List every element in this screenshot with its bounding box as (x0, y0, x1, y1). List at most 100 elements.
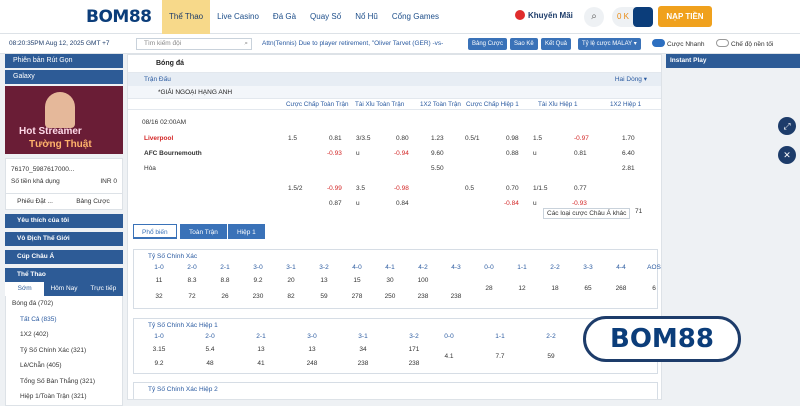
score-odds-cell[interactable]: 1-0 (144, 264, 174, 271)
score-odds-cell[interactable]: 65 (573, 285, 603, 292)
odds-cell[interactable]: -0.97 (574, 135, 589, 142)
score-odds-cell[interactable]: 2-0 (195, 333, 225, 340)
score-odds-cell[interactable]: 5.4 (195, 346, 225, 353)
score-odds-cell[interactable]: 238 (408, 293, 438, 300)
close-icon[interactable]: ✕ (778, 146, 796, 164)
score-odds-cell[interactable]: 0-0 (434, 333, 464, 340)
score-odds-cell[interactable]: 3.15 (144, 346, 174, 353)
tab-full-match[interactable]: Toàn Trận (180, 224, 227, 239)
list-item[interactable]: Tất Cả (835) (20, 312, 122, 328)
deposit-button[interactable]: NẠP TIỀN (658, 6, 712, 27)
odds-cell[interactable]: 6.40 (622, 150, 635, 157)
score-odds-cell[interactable]: 238 (399, 360, 429, 367)
score-odds-cell[interactable]: 3-2 (399, 333, 429, 340)
score-odds-cell[interactable]: 13 (246, 346, 276, 353)
list-item[interactable]: Tổng Số Bàn Thắng (321) (20, 374, 122, 390)
score-odds-cell[interactable]: 4-1 (375, 264, 405, 271)
odds-cell[interactable]: 0.70 (506, 185, 519, 192)
score-odds-cell[interactable]: AOS (639, 264, 661, 271)
quick-bet-toggle[interactable]: Cược Nhanh (652, 39, 705, 48)
score-odds-cell[interactable]: 8.8 (210, 277, 240, 284)
score-odds-cell[interactable]: 1-1 (507, 264, 537, 271)
tab-bet-list[interactable]: Bảng Cược (64, 194, 122, 209)
logo[interactable]: BOM88 (86, 7, 152, 27)
score-odds-cell[interactable]: 4-2 (408, 264, 438, 271)
score-odds-cell[interactable]: 171 (399, 346, 429, 353)
score-odds-cell[interactable]: 28 (474, 285, 504, 292)
expand-icon[interactable]: ⤢ (778, 117, 796, 135)
score-odds-cell[interactable]: 72 (177, 293, 207, 300)
score-odds-cell[interactable]: 4-4 (606, 264, 636, 271)
score-odds-cell[interactable]: 20 (276, 277, 306, 284)
world-cup-item[interactable]: Vô Địch Thế Giới (5, 232, 123, 246)
odds-cell[interactable]: 0.98 (506, 135, 519, 142)
bet-list-button[interactable]: Bảng Cược (468, 38, 507, 50)
odds-cell[interactable]: 1.5 (288, 135, 297, 142)
score-odds-cell[interactable]: 250 (375, 293, 405, 300)
tab-early[interactable]: Sớm (5, 282, 45, 296)
football-item[interactable]: Bóng đá (702) (12, 296, 122, 312)
search-icon[interactable]: ⌕ (584, 7, 604, 27)
list-item[interactable]: Hiệp 1/Toàn Trận (321) (20, 389, 122, 405)
odds-cell[interactable]: u (533, 150, 537, 157)
score-odds-cell[interactable]: 2-2 (540, 264, 570, 271)
odds-cell[interactable]: 5.50 (431, 165, 444, 172)
nav-the-thao[interactable]: Thể Thao (162, 0, 211, 34)
score-odds-cell[interactable]: 32 (144, 293, 174, 300)
odds-cell[interactable]: 2.81 (622, 165, 635, 172)
instant-play-header[interactable]: Instant Play (666, 54, 800, 68)
odds-cell[interactable]: u (356, 200, 360, 207)
promo-link[interactable]: Khuyến Mãi (515, 10, 573, 20)
score-odds-cell[interactable]: 3-2 (309, 264, 339, 271)
odds-cell[interactable]: 9.60 (431, 150, 444, 157)
score-odds-cell[interactable]: 9.2 (144, 360, 174, 367)
score-odds-cell[interactable]: 8.3 (177, 277, 207, 284)
score-odds-cell[interactable]: 11 (144, 277, 174, 284)
score-odds-cell[interactable]: 6 (639, 285, 661, 292)
box-title[interactable]: Tỷ Số Chính Xác (134, 250, 657, 263)
odds-cell[interactable]: u (533, 200, 537, 207)
odds-cell[interactable]: -0.99 (327, 185, 342, 192)
score-odds-cell[interactable]: 2-1 (246, 333, 276, 340)
view-select[interactable]: Hai Dòng ▾ (615, 73, 647, 86)
score-odds-cell[interactable]: 2-2 (536, 333, 566, 340)
score-odds-cell[interactable]: 82 (276, 293, 306, 300)
score-odds-cell[interactable]: 268 (606, 285, 636, 292)
box-title[interactable]: Tỷ Số Chính Xác Hiệp 1 (134, 319, 657, 332)
odds-cell[interactable]: 3.5 (356, 185, 365, 192)
tab-live[interactable]: Trực tiếp (84, 282, 123, 296)
nav-live-casino[interactable]: Live Casino (210, 0, 266, 34)
sports-header[interactable]: Thể Thao (5, 268, 123, 282)
score-odds-cell[interactable]: 13 (297, 346, 327, 353)
list-item[interactable]: Lẻ/Chẵn (405) (20, 358, 122, 374)
score-odds-cell[interactable]: 2-1 (210, 264, 240, 271)
list-item[interactable]: Tỷ Số Chính Xác (321) (20, 343, 122, 359)
team-search-input[interactable]: Tìm kiếm đội ⌕ (136, 38, 252, 50)
score-odds-cell[interactable]: 3-0 (243, 264, 273, 271)
score-odds-cell[interactable]: 278 (342, 293, 372, 300)
score-odds-cell[interactable]: 230 (243, 293, 273, 300)
score-odds-cell[interactable]: 3-1 (348, 333, 378, 340)
tab-first-half[interactable]: Hiệp 1 (228, 224, 265, 239)
odds-cell[interactable]: 0.84 (396, 200, 409, 207)
score-odds-cell[interactable]: 248 (297, 360, 327, 367)
score-odds-cell[interactable]: 100 (408, 277, 438, 284)
odds-cell[interactable]: 1.23 (431, 135, 444, 142)
odds-cell[interactable]: 0.88 (506, 150, 519, 157)
score-odds-cell[interactable]: 9.2 (243, 277, 273, 284)
results-button[interactable]: Kết Quả (541, 38, 572, 50)
odds-cell[interactable]: 0.81 (329, 135, 342, 142)
score-odds-cell[interactable]: 0-0 (474, 264, 504, 271)
score-odds-cell[interactable]: 3-0 (297, 333, 327, 340)
score-odds-cell[interactable]: 238 (348, 360, 378, 367)
odds-cell[interactable]: 3/3.5 (356, 135, 370, 142)
score-odds-cell[interactable]: 12 (507, 285, 537, 292)
score-odds-cell[interactable]: 7.7 (485, 353, 515, 360)
score-odds-cell[interactable]: 34 (348, 346, 378, 353)
avatar[interactable] (633, 7, 653, 27)
asian-cup-item[interactable]: Cúp Châu Á (5, 250, 123, 264)
odds-cell[interactable]: -0.84 (504, 200, 519, 207)
score-odds-cell[interactable]: 1-0 (144, 333, 174, 340)
score-odds-cell[interactable]: 15 (342, 277, 372, 284)
score-odds-cell[interactable]: 18 (540, 285, 570, 292)
